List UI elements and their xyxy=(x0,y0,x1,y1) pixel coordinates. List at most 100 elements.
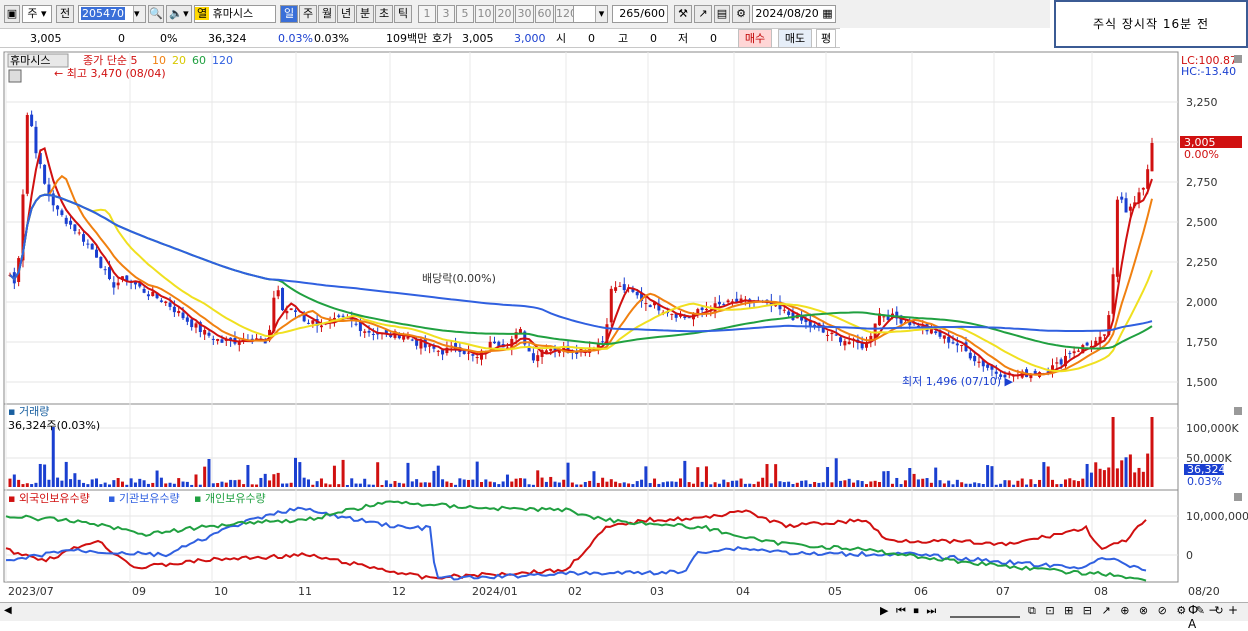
candle-body xyxy=(618,285,622,287)
volume-bar xyxy=(544,481,548,487)
candle-body xyxy=(311,320,315,324)
candle-body xyxy=(281,288,285,311)
period-tab-2[interactable]: 월 xyxy=(318,5,336,23)
volume-bar xyxy=(1038,479,1042,487)
period-tab-5[interactable]: 초 xyxy=(375,5,393,23)
interval-tab-7[interactable]: 120 xyxy=(555,5,574,23)
volume-bar xyxy=(1094,462,1098,487)
holder-label-individual-text: 개인보유수량 xyxy=(205,492,266,505)
min-annotation: 최저 1,496 (07/10) ▶ xyxy=(902,375,1014,388)
volume-bar xyxy=(56,477,60,487)
volume-close-icon[interactable] xyxy=(1234,407,1242,415)
candle-body xyxy=(216,338,220,341)
holder-close-icon[interactable] xyxy=(1234,493,1242,501)
volume-bar xyxy=(847,478,851,487)
max-annotation: ← 최고 3,470 (08/04) xyxy=(54,67,166,80)
volume-bar xyxy=(726,482,730,487)
scroll-left-icon[interactable]: ◀ xyxy=(4,605,12,616)
volume-bar xyxy=(934,467,938,487)
high-label: 고 xyxy=(618,32,629,45)
candle-body xyxy=(410,339,414,341)
candle-body xyxy=(518,329,522,334)
stock-code-input[interactable]: 205470 ▾ xyxy=(78,5,146,23)
candle-body xyxy=(190,319,194,328)
volume-bar xyxy=(1033,484,1037,487)
volume-bar xyxy=(168,482,172,487)
gear-icon[interactable]: ⚙ xyxy=(732,5,750,23)
grid-toggle-icon[interactable] xyxy=(8,69,22,83)
volume-bar xyxy=(813,481,817,487)
buy-button[interactable]: 매수 xyxy=(738,29,772,48)
zoom-slider[interactable] xyxy=(950,604,1020,618)
candle-body xyxy=(25,114,29,194)
volume-bar xyxy=(942,483,946,487)
search-icon[interactable]: 🔍 xyxy=(148,5,164,23)
volume-title: ▪ 거래량 xyxy=(8,405,49,418)
max-annotation-text: 최고 3,470 (08/04) xyxy=(67,67,166,80)
interval-tab-6[interactable]: 60 xyxy=(535,5,554,23)
period-tab-3[interactable]: 년 xyxy=(337,5,355,23)
volume-bar xyxy=(120,481,124,487)
volume-bar xyxy=(761,477,765,487)
volume-bar xyxy=(696,467,700,487)
candle-body xyxy=(635,291,639,296)
volume-bar xyxy=(951,484,955,487)
period-select[interactable]: 주 ▾ xyxy=(22,5,52,23)
candle-body xyxy=(1141,187,1145,190)
volume-bar xyxy=(250,484,254,487)
eval-button[interactable]: 평 xyxy=(816,29,836,48)
date-input[interactable]: 2024/08/20 ▦ xyxy=(752,5,836,23)
volume-bar xyxy=(354,483,358,487)
period-tab-0[interactable]: 일 xyxy=(280,5,298,23)
chart-area[interactable]: 3,2503,0002,7502,5002,2502,0001,7501,500… xyxy=(0,50,1248,602)
candle-body xyxy=(968,352,972,359)
volume-value-label: 36,324주(0.03%) xyxy=(8,419,100,432)
candle-body xyxy=(107,267,111,280)
scroll-bar[interactable]: ◀ ▶ ⏮ ⏹ ⏭ ⧉ ⊡ ⊞ ⊟ ↗ ⊕ ⊗ ⊘ ⚙ ✎ ↻ Ф − + A xyxy=(0,602,1248,631)
period-tab-1[interactable]: 주 xyxy=(299,5,317,23)
volume-bar xyxy=(458,478,462,487)
volume-bar xyxy=(1133,472,1137,487)
volume-bar xyxy=(289,482,293,487)
period-tab-6[interactable]: 틱 xyxy=(394,5,412,23)
interval-tab-5[interactable]: 30 xyxy=(515,5,534,23)
candle-body xyxy=(69,220,73,225)
volume-bar xyxy=(276,472,280,487)
interval-tab-0[interactable]: 1 xyxy=(418,5,436,23)
stock-name-field[interactable]: 열 휴마시스 xyxy=(194,5,276,23)
volume-bar xyxy=(172,483,176,487)
save-icon[interactable]: ▤ xyxy=(714,5,730,23)
candle-body xyxy=(43,164,47,184)
count-input[interactable]: 265/600 xyxy=(612,5,668,23)
nav-icons[interactable]: ▶ ⏮ ⏹ ⏭ xyxy=(880,604,938,618)
x-axis-label: 02 xyxy=(568,585,582,598)
speaker-icon[interactable]: 🔈▾ xyxy=(166,5,192,23)
candle-body xyxy=(960,344,964,346)
candle-body xyxy=(159,300,163,302)
volume-bar xyxy=(769,483,773,487)
interval-dropdown[interactable]: ▾ xyxy=(572,5,608,23)
price-close-icon[interactable] xyxy=(1234,55,1242,63)
volume-bar xyxy=(471,479,475,487)
volume-bar xyxy=(302,477,306,487)
draw-tool-icon[interactable]: ↗ xyxy=(694,5,712,23)
candle-body xyxy=(986,364,990,368)
volume-bar xyxy=(112,480,116,487)
volume-bar xyxy=(1089,472,1093,487)
zoom-icons[interactable]: Ф − + A xyxy=(1188,603,1248,631)
interval-tab-1[interactable]: 3 xyxy=(437,5,455,23)
interval-tab-4[interactable]: 20 xyxy=(495,5,514,23)
interval-tab-2[interactable]: 5 xyxy=(456,5,474,23)
indicator-icon[interactable]: ⚒ xyxy=(674,5,692,23)
volume-bar xyxy=(562,479,566,487)
prev-button[interactable]: 전 xyxy=(56,5,74,23)
volume-bar xyxy=(817,482,821,487)
interval-tab-3[interactable]: 10 xyxy=(475,5,494,23)
period-tab-4[interactable]: 분 xyxy=(356,5,374,23)
candle-body xyxy=(717,301,721,305)
volume-bar xyxy=(648,483,652,487)
layout-icon[interactable]: ▣ xyxy=(4,5,20,23)
volume-bar xyxy=(691,483,695,487)
sell-button[interactable]: 매도 xyxy=(778,29,812,48)
volume-bar xyxy=(717,483,721,487)
